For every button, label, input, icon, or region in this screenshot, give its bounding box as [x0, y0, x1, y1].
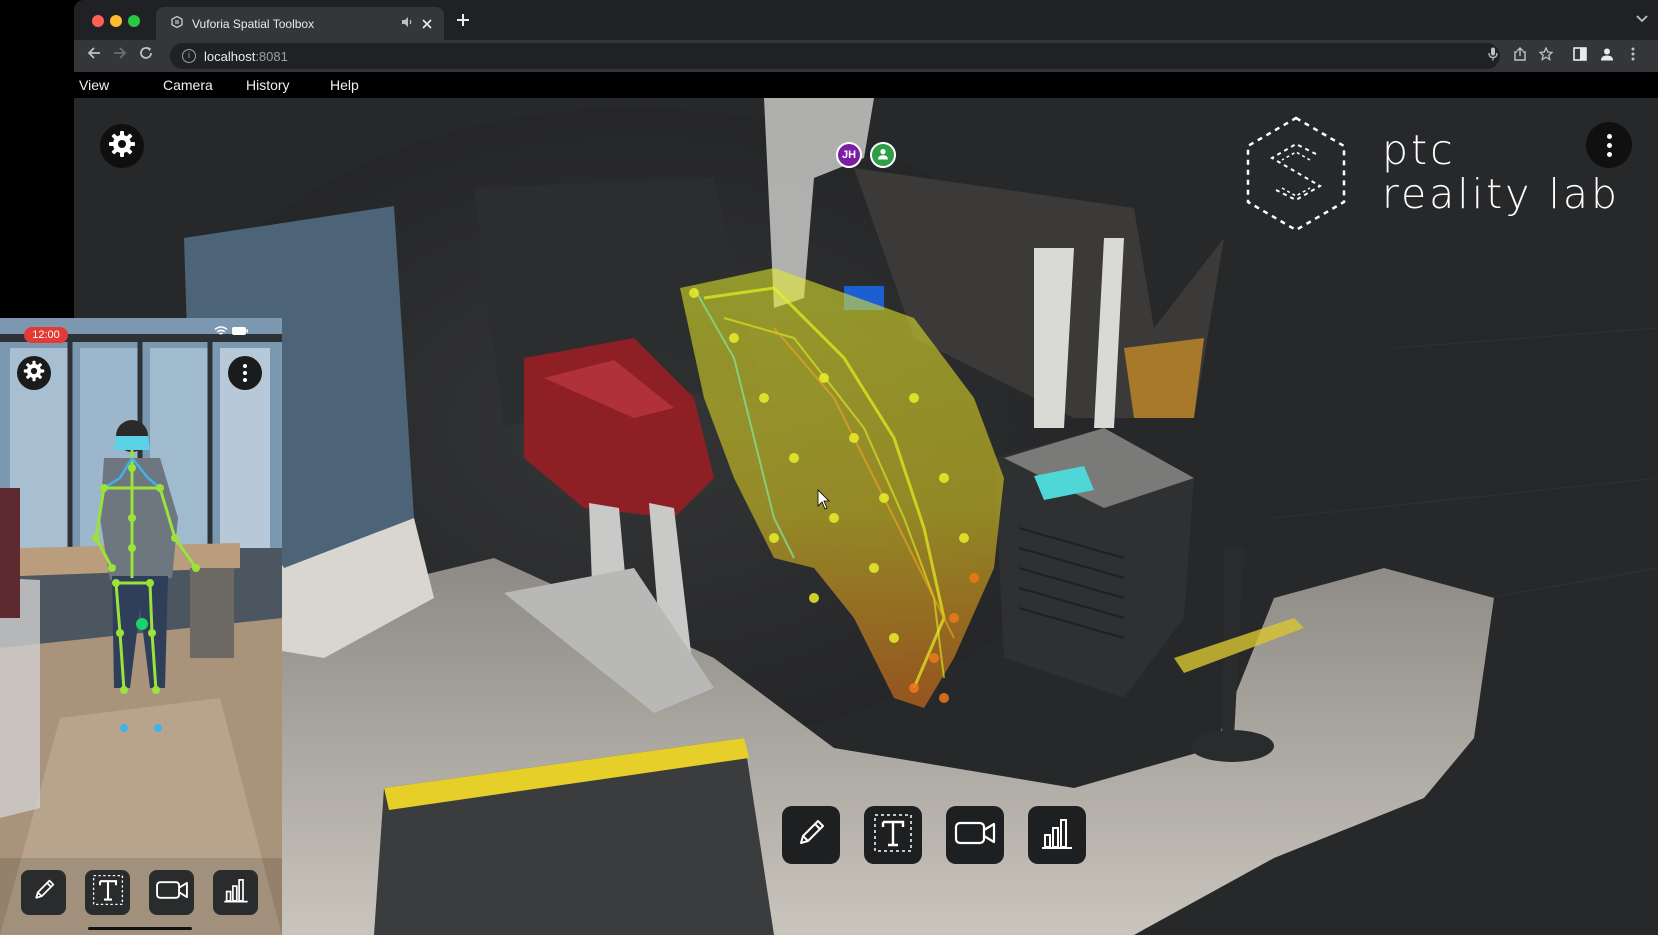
phone-camera-feed — [0, 318, 282, 935]
sidebar-icon[interactable] — [1571, 47, 1589, 64]
pencil-icon — [30, 876, 58, 909]
gear-icon — [108, 130, 136, 163]
text-icon — [92, 874, 124, 911]
status-time: 12:00 — [24, 327, 68, 343]
phone-status-icons — [214, 326, 249, 339]
chevron-down-icon[interactable] — [1636, 12, 1648, 26]
phone-text-tool-button[interactable] — [85, 870, 130, 915]
logo-line-2: reality lab — [1382, 170, 1620, 218]
arrow-right-icon[interactable] — [110, 46, 130, 65]
phone-video-tool-button[interactable] — [149, 870, 194, 915]
menu-history[interactable]: History — [246, 77, 290, 93]
pencil-icon — [793, 815, 829, 856]
site-info-icon[interactable]: i — [182, 49, 196, 63]
tab-title: Vuforia Spatial Toolbox — [192, 16, 315, 31]
phone-camera-inset: 12:00 — [0, 318, 282, 935]
tool-palette — [782, 806, 1086, 864]
reload-icon[interactable] — [136, 46, 156, 65]
menu-camera[interactable]: Camera — [163, 77, 213, 93]
video-tool-button[interactable] — [946, 806, 1004, 864]
speaker-icon[interactable] — [398, 17, 416, 30]
screen: Vuforia Spatial Toolbox i localhost:808… — [0, 0, 1658, 935]
spatial-toolbox-icon — [170, 15, 184, 31]
bar-chart-icon — [1039, 815, 1075, 856]
collaborator-avatar-jh[interactable]: JH — [836, 142, 862, 168]
arrow-left-icon[interactable] — [84, 46, 104, 65]
video-camera-icon — [155, 879, 189, 906]
person-icon — [877, 148, 889, 163]
more-options-button[interactable] — [1586, 122, 1632, 168]
tab-vuforia-spatial-toolbox[interactable]: Vuforia Spatial Toolbox — [156, 7, 444, 40]
hexagon-s-logo-icon — [1242, 114, 1350, 239]
spatial-3d-viewport[interactable]: JH ptc reality lab — [74, 98, 1658, 935]
bar-chart-icon — [222, 876, 250, 909]
address-host: localhost — [204, 48, 256, 64]
chart-tool-button[interactable] — [1028, 806, 1086, 864]
ptc-reality-lab-logo: ptc reality lab — [1382, 128, 1620, 216]
logo-line-1: ptc — [1382, 126, 1456, 174]
plus-icon[interactable] — [452, 10, 474, 33]
microphone-icon[interactable] — [1484, 47, 1502, 64]
address-port: :8081 — [255, 48, 288, 64]
browser-toolbar: i localhost:8081 — [74, 40, 1658, 72]
phone-settings-button[interactable] — [17, 356, 51, 390]
menu-view[interactable]: View — [79, 77, 109, 93]
kebab-icon — [1606, 133, 1612, 157]
phone-chart-tool-button[interactable] — [213, 870, 258, 915]
browser-window: Vuforia Spatial Toolbox i localhost:808… — [74, 0, 1658, 935]
phone-tool-palette — [21, 870, 258, 915]
close-icon[interactable] — [416, 16, 438, 32]
text-tool-button[interactable] — [864, 806, 922, 864]
home-indicator — [88, 927, 192, 930]
close-window-button[interactable] — [92, 15, 104, 27]
app-menu-bar: View Camera History Help — [74, 72, 1658, 98]
battery-icon — [231, 327, 249, 339]
pencil-tool-button[interactable] — [782, 806, 840, 864]
menu-help[interactable]: Help — [330, 77, 359, 93]
text-icon — [873, 813, 913, 858]
star-icon[interactable] — [1537, 46, 1555, 64]
video-camera-icon — [954, 819, 996, 852]
phone-pencil-tool-button[interactable] — [21, 870, 66, 915]
settings-button[interactable] — [100, 124, 144, 168]
more-vert-icon[interactable] — [1624, 47, 1642, 64]
gear-icon — [23, 360, 45, 387]
maximize-window-button[interactable] — [128, 15, 140, 27]
phone-more-options-button[interactable] — [228, 356, 262, 390]
share-icon[interactable] — [1511, 47, 1529, 64]
minimize-window-button[interactable] — [110, 15, 122, 27]
collaborator-avatar[interactable] — [870, 142, 896, 168]
wifi-icon — [214, 326, 231, 339]
tab-bar: Vuforia Spatial Toolbox — [74, 0, 1658, 40]
address-bar[interactable]: i localhost:8081 — [170, 43, 1500, 69]
kebab-icon — [243, 364, 247, 382]
profile-icon[interactable] — [1598, 47, 1616, 64]
